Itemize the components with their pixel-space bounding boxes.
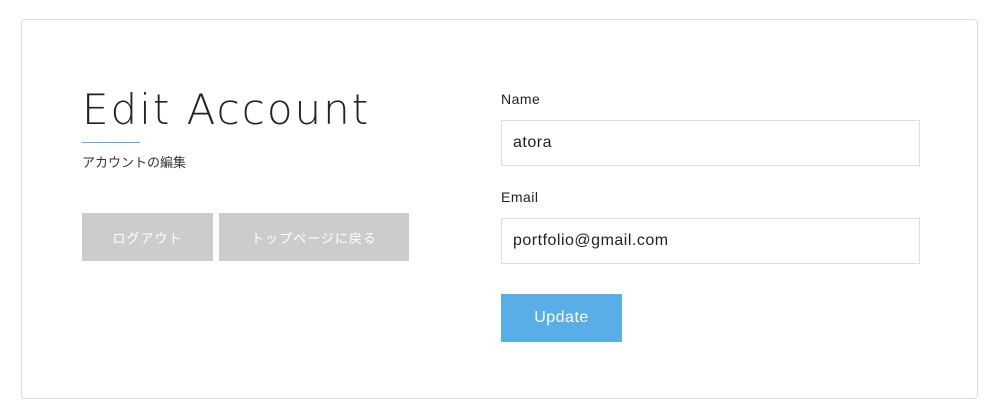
- page-subtitle: アカウントの編集: [82, 155, 187, 170]
- header-section: Edit Account アカウントの編集 ログアウト トップページに戻る: [82, 85, 422, 261]
- page-title: Edit Account: [82, 85, 371, 134]
- email-field[interactable]: [501, 218, 920, 264]
- update-button[interactable]: Update: [501, 294, 622, 342]
- logout-button[interactable]: ログアウト: [82, 213, 213, 261]
- name-label: Name: [501, 91, 541, 107]
- account-actions: ログアウト トップページに戻る: [82, 213, 409, 261]
- title-underline: [82, 142, 140, 143]
- edit-account-form: Name Email Update: [501, 90, 921, 342]
- name-field[interactable]: [501, 120, 920, 166]
- back-to-top-button[interactable]: トップページに戻る: [219, 213, 409, 261]
- edit-account-card: Edit Account アカウントの編集 ログアウト トップページに戻る Na…: [21, 19, 978, 399]
- email-label: Email: [501, 189, 539, 205]
